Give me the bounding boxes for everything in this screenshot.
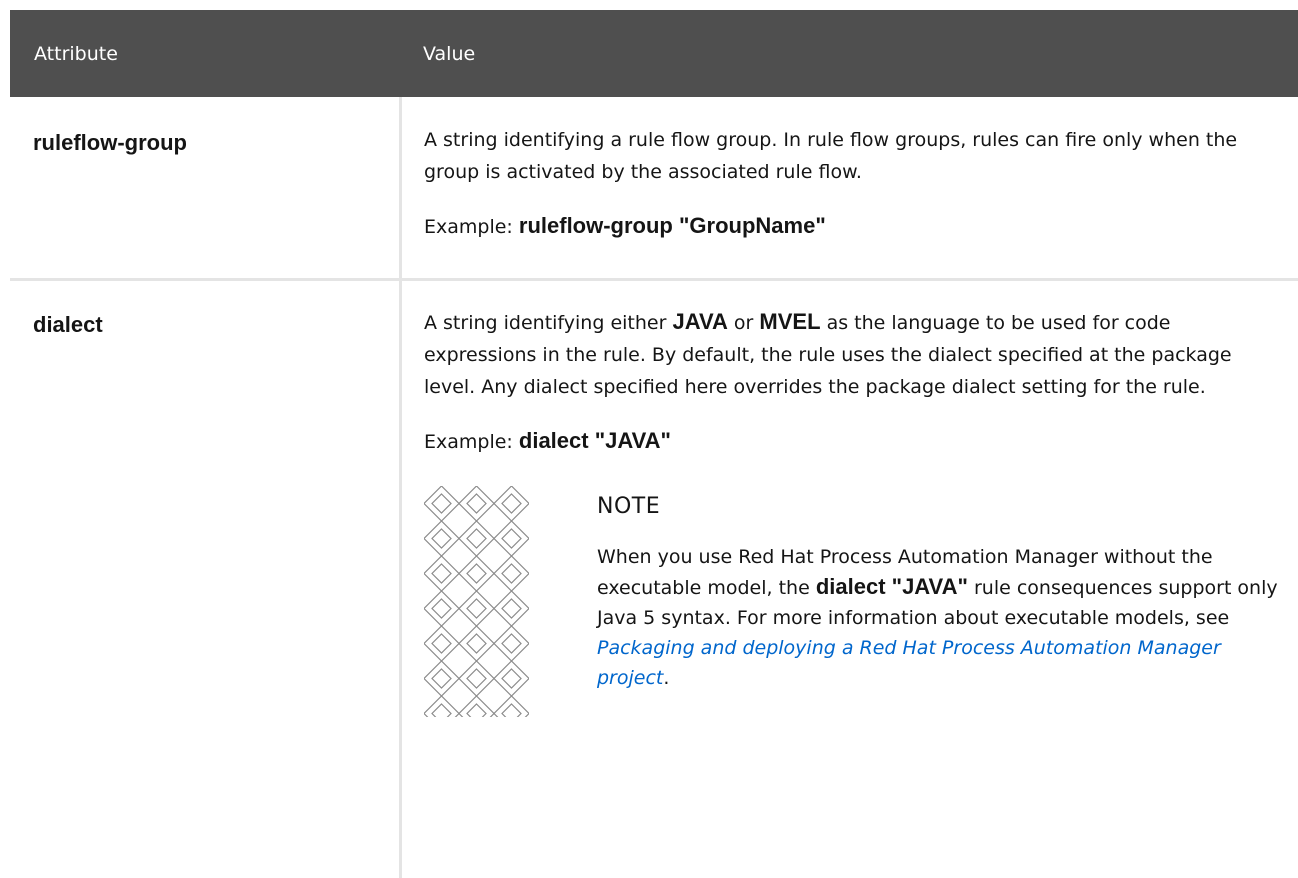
note-text: When you use Red Hat Process Automation … — [597, 542, 1286, 693]
column-divider — [399, 281, 402, 878]
code-mvel: MVEL — [759, 309, 821, 334]
note-pattern-icon — [424, 486, 529, 717]
example: Example: ruleflow-group "GroupName" — [424, 210, 1286, 243]
code-java: JAVA — [672, 309, 728, 334]
example-label: Example: — [424, 431, 513, 453]
example-code: ruleflow-group "GroupName" — [518, 213, 826, 238]
description: A string identifying either JAVA or MVEL… — [424, 306, 1286, 403]
attribute-name: ruleflow-group — [33, 130, 187, 155]
note-text-end: . — [663, 667, 670, 689]
table-row: ruleflow-group A string identifying a ru… — [10, 97, 1298, 278]
desc-text: A string identifying either — [424, 312, 667, 334]
description: A string identifying a rule flow group. … — [424, 129, 1238, 183]
column-divider — [399, 97, 402, 278]
example: Example: dialect "JAVA" — [424, 425, 1286, 458]
value-cell: A string identifying a rule flow group. … — [424, 124, 1286, 243]
table-header: Attribute Value — [10, 10, 1298, 97]
table-row: dialect A string identifying either JAVA… — [10, 281, 1298, 878]
value-cell: A string identifying either JAVA or MVEL… — [424, 306, 1286, 721]
attributes-table: Attribute Value ruleflow-group A string … — [10, 10, 1298, 878]
note-body: NOTE When you use Red Hat Process Automa… — [597, 486, 1286, 693]
example-code: dialect "JAVA" — [518, 428, 671, 453]
packaging-guide-link[interactable]: Packaging and deploying a Red Hat Proces… — [597, 637, 1221, 689]
header-attribute: Attribute — [34, 42, 118, 65]
note-admonition: NOTE When you use Red Hat Process Automa… — [424, 486, 1286, 721]
attribute-name: dialect — [33, 312, 103, 337]
note-code: dialect "JAVA" — [815, 574, 968, 599]
example-label: Example: — [424, 216, 513, 238]
note-title: NOTE — [597, 494, 661, 519]
header-value: Value — [423, 42, 476, 65]
desc-text: or — [733, 312, 754, 334]
